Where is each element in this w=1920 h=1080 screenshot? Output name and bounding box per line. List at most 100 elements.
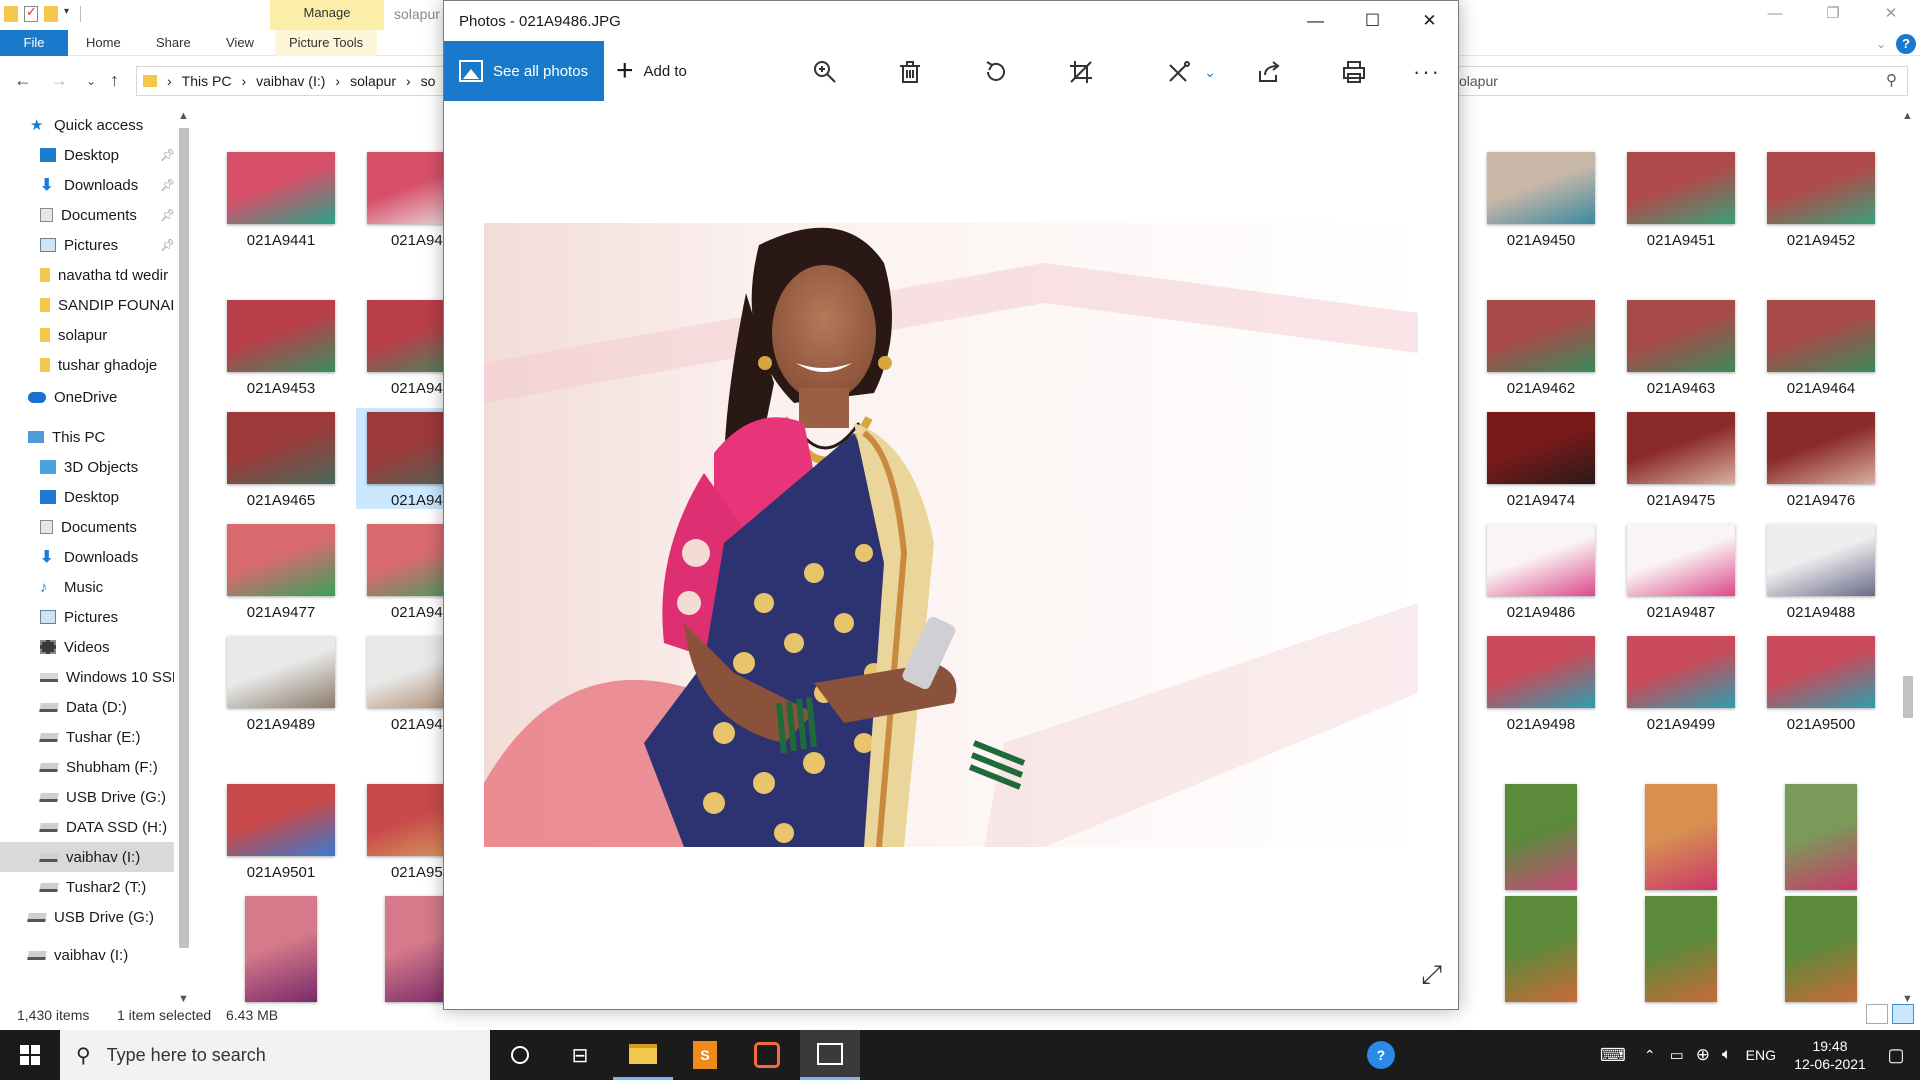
sidebar-item[interactable]: tushar ghadoje xyxy=(0,350,174,380)
large-icons-view-button[interactable] xyxy=(1892,1004,1914,1024)
nav-pane-scrollbar[interactable]: ▲ ▼ xyxy=(176,110,192,1005)
file-thumbnail[interactable]: 021A9498 xyxy=(1476,632,1606,733)
tab-picture-tools[interactable]: Picture Tools xyxy=(275,30,378,56)
file-thumbnail[interactable]: 021A9486 xyxy=(1476,520,1606,621)
zoom-in-icon[interactable] xyxy=(808,55,842,89)
chevron-down-icon[interactable]: ⌄ xyxy=(1193,55,1227,89)
file-thumbnail[interactable]: 021A9487 xyxy=(1616,520,1746,621)
keyboard-icon[interactable]: ⌨ xyxy=(1600,1045,1626,1066)
start-button[interactable] xyxy=(0,1030,60,1080)
share-icon[interactable] xyxy=(1252,55,1286,89)
sidebar-item[interactable]: navatha td wedir xyxy=(0,260,174,290)
breadcrumb-solapur[interactable]: solapur xyxy=(350,73,396,89)
sidebar-item[interactable]: Documents 📌︎ xyxy=(0,200,174,230)
taskbar-sublime-text[interactable]: S xyxy=(675,1030,735,1080)
close-button[interactable]: ✕ xyxy=(1862,0,1920,30)
show-hidden-icons-icon[interactable]: ⌃ xyxy=(1644,1047,1656,1064)
crop-icon[interactable] xyxy=(1064,55,1098,89)
minimize-button[interactable]: — xyxy=(1287,1,1344,41)
recent-locations-icon[interactable]: ⌄ xyxy=(86,74,96,88)
delete-icon[interactable] xyxy=(893,55,927,89)
sidebar-item[interactable]: vaibhav (I:) xyxy=(0,842,174,872)
file-thumbnail[interactable]: 021A9464 xyxy=(1756,296,1886,397)
file-thumbnail[interactable]: 021A9477 xyxy=(216,520,346,621)
file-thumbnail[interactable]: 021A9501 xyxy=(216,780,346,881)
volume-icon[interactable]: 🔈︎ xyxy=(1722,1046,1732,1064)
back-arrow-icon[interactable]: ← xyxy=(14,70,32,91)
rotate-icon[interactable] xyxy=(979,55,1013,89)
scroll-up-icon[interactable]: ▲ xyxy=(178,110,189,122)
minimize-button[interactable]: — xyxy=(1746,0,1804,30)
sidebar-item[interactable]: Shubham (F:) xyxy=(0,752,174,782)
scrollbar-thumb[interactable] xyxy=(179,128,189,948)
sidebar-item[interactable]: ⬇ Downloads 📌︎ xyxy=(0,170,174,200)
details-view-button[interactable] xyxy=(1866,1004,1888,1024)
search-icon[interactable]: ⚲ xyxy=(1886,71,1897,89)
help-assistant-icon[interactable]: ? xyxy=(1366,1041,1395,1069)
print-icon[interactable] xyxy=(1337,55,1371,89)
language-indicator[interactable]: ENG xyxy=(1746,1047,1776,1063)
file-thumbnail[interactable] xyxy=(1616,892,1746,1010)
properties-icon[interactable] xyxy=(24,4,38,22)
sidebar-item[interactable]: Documents xyxy=(0,512,174,542)
help-icon[interactable]: ? xyxy=(1896,34,1916,54)
sidebar-item[interactable]: Videos xyxy=(0,632,174,662)
search-input[interactable]: olapur ⚲ xyxy=(1458,66,1908,96)
sidebar-item[interactable]: Desktop 📌︎ xyxy=(0,140,174,170)
tab-view[interactable]: View xyxy=(226,30,254,56)
taskbar-xampp[interactable] xyxy=(737,1030,797,1080)
forward-arrow-icon[interactable]: → xyxy=(50,70,68,91)
sidebar-item[interactable]: Pictures 📌︎ xyxy=(0,230,174,260)
sidebar-item[interactable]: OneDrive xyxy=(0,382,174,412)
breadcrumb-drive[interactable]: vaibhav (I:) xyxy=(256,73,325,89)
file-thumbnail[interactable]: 021A9450 xyxy=(1476,148,1606,249)
sidebar-item[interactable]: SANDIP FOUNAI xyxy=(0,290,174,320)
breadcrumb-this-pc[interactable]: This PC xyxy=(182,73,232,89)
sidebar-item[interactable]: ★ Quick access xyxy=(0,110,174,140)
file-thumbnail[interactable] xyxy=(216,892,346,1010)
sidebar-item[interactable]: DATA SSD (H:) xyxy=(0,812,174,842)
full-screen-icon[interactable]: ⤢ xyxy=(1421,959,1442,991)
clock[interactable]: 19:48 12-06-2021 xyxy=(1788,1037,1872,1073)
customize-toolbar-icon[interactable]: ▾ xyxy=(64,6,74,22)
tab-home[interactable]: Home xyxy=(86,30,121,56)
photo-image[interactable] xyxy=(484,223,1418,847)
sidebar-item[interactable]: Pictures xyxy=(0,602,174,632)
maximize-button[interactable]: ☐ xyxy=(1344,1,1401,41)
file-thumbnail[interactable] xyxy=(1756,892,1886,1010)
scrollbar-thumb[interactable] xyxy=(1903,676,1913,718)
file-thumbnail[interactable]: 021A9489 xyxy=(216,632,346,733)
sidebar-item[interactable]: Tushar (E:) xyxy=(0,722,174,752)
sidebar-item[interactable]: ⬇ Downloads xyxy=(0,542,174,572)
battery-icon[interactable]: ▭ xyxy=(1670,1046,1684,1064)
sidebar-item[interactable]: solapur xyxy=(0,320,174,350)
tab-share[interactable]: Share xyxy=(156,30,191,56)
sidebar-item[interactable]: This PC xyxy=(0,422,174,452)
file-thumbnail[interactable]: 021A9452 xyxy=(1756,148,1886,249)
sidebar-item[interactable]: 3D Objects xyxy=(0,452,174,482)
cortana-button[interactable] xyxy=(490,1030,550,1080)
sidebar-item[interactable]: Desktop xyxy=(0,482,174,512)
network-icon[interactable]: ⊕ xyxy=(1696,1045,1710,1065)
file-thumbnail[interactable]: 021A9488 xyxy=(1756,520,1886,621)
breadcrumb-current[interactable]: so xyxy=(421,73,436,89)
sidebar-item[interactable]: USB Drive (G:) xyxy=(0,902,174,932)
sidebar-item[interactable]: Tushar2 (T:) xyxy=(0,872,174,902)
notifications-icon[interactable]: ▢ xyxy=(1872,1045,1920,1066)
close-button[interactable]: ✕ xyxy=(1401,1,1458,41)
sidebar-item[interactable]: Data (D:) xyxy=(0,692,174,722)
expand-ribbon-icon[interactable]: ⌄ xyxy=(1876,37,1886,51)
taskbar-photos[interactable] xyxy=(800,1030,860,1080)
file-thumbnail[interactable]: 021A9474 xyxy=(1476,408,1606,509)
sidebar-item[interactable]: ♪ Music xyxy=(0,572,174,602)
up-arrow-icon[interactable]: ↑ xyxy=(110,70,119,91)
file-thumbnail[interactable]: 021A9465 xyxy=(216,408,346,509)
taskbar-file-explorer[interactable] xyxy=(613,1030,673,1080)
scroll-down-icon[interactable]: ▼ xyxy=(178,993,189,1005)
restore-button[interactable]: ❐ xyxy=(1804,0,1862,30)
file-thumbnail[interactable]: 021A9475 xyxy=(1616,408,1746,509)
task-view-button[interactable]: ⊟ xyxy=(550,1030,610,1080)
file-thumbnail[interactable]: 021A9462 xyxy=(1476,296,1606,397)
sidebar-item[interactable]: Windows 10 SSD xyxy=(0,662,174,692)
file-thumbnail[interactable]: 021A9476 xyxy=(1756,408,1886,509)
